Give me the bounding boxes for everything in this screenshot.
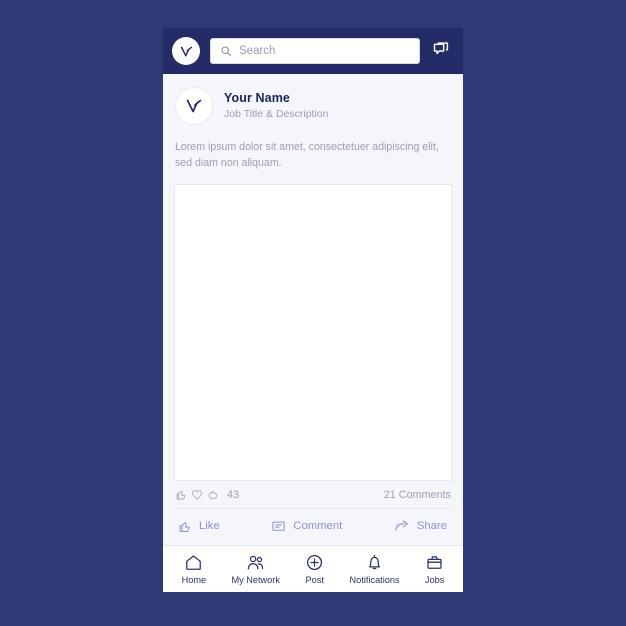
post-card: Your Name Job Title & Description Lorem … [163,74,463,545]
nav-item-post[interactable]: Post [305,553,324,585]
share-button[interactable]: Share [394,518,447,534]
app-logo[interactable] [172,37,200,65]
nav-label-notifications: Notifications [349,575,400,585]
comment-button[interactable]: Comment [271,519,342,534]
reaction-count: 43 [227,489,240,501]
post-stats-row: 43 21 Comments [163,481,463,508]
plus-circle-icon [305,553,324,572]
post-header: Your Name Job Title & Description [163,74,463,125]
comment-label: Comment [293,520,343,532]
home-icon [184,553,203,572]
like-label: Like [199,520,220,532]
post-author-subtitle: Job Title & Description [224,107,329,120]
thumbs-up-icon [175,489,187,501]
briefcase-icon [425,553,444,572]
search-icon [220,45,232,57]
nav-item-my-network[interactable]: My Network [231,553,280,585]
post-image-placeholder[interactable] [174,183,452,481]
post-actions-row: Like Comment Share [163,509,463,545]
app-header [163,28,463,74]
nav-item-home[interactable]: Home [181,553,207,585]
post-author-name: Your Name [224,91,290,106]
brand-arrow-icon [178,43,195,60]
clap-icon [207,489,219,501]
network-people-icon [246,553,265,572]
like-button[interactable]: Like [177,519,220,534]
search-input[interactable] [239,45,410,57]
reactions-group[interactable]: 43 [175,489,239,501]
comment-bubble-icon [271,519,286,534]
mobile-app-frame: Your Name Job Title & Description Lorem … [163,28,463,592]
heart-icon [191,489,203,501]
nav-item-jobs[interactable]: Jobs [425,553,444,585]
nav-label-jobs: Jobs [424,575,445,585]
post-identity: Your Name Job Title & Description [224,91,328,121]
nav-label-post: Post [305,575,324,585]
nav-label-my-network: My Network [231,575,280,585]
bottom-navigation: Home My Network Post Notifications Jobs [163,545,463,592]
comment-count[interactable]: 21 Comments [384,489,451,501]
nav-item-notifications[interactable]: Notifications [350,553,400,585]
thumbs-up-icon [177,519,192,534]
brand-arrow-icon [183,95,205,117]
share-arrow-icon [394,518,410,534]
nav-label-home: Home [181,575,207,585]
messages-icon [432,41,452,61]
search-field[interactable] [210,38,420,64]
avatar[interactable] [175,87,213,125]
messages-button[interactable] [430,39,454,63]
bell-icon [365,553,384,572]
share-label: Share [416,520,447,532]
post-text: Lorem ipsum dolor sit amet, consectetuer… [175,141,439,170]
